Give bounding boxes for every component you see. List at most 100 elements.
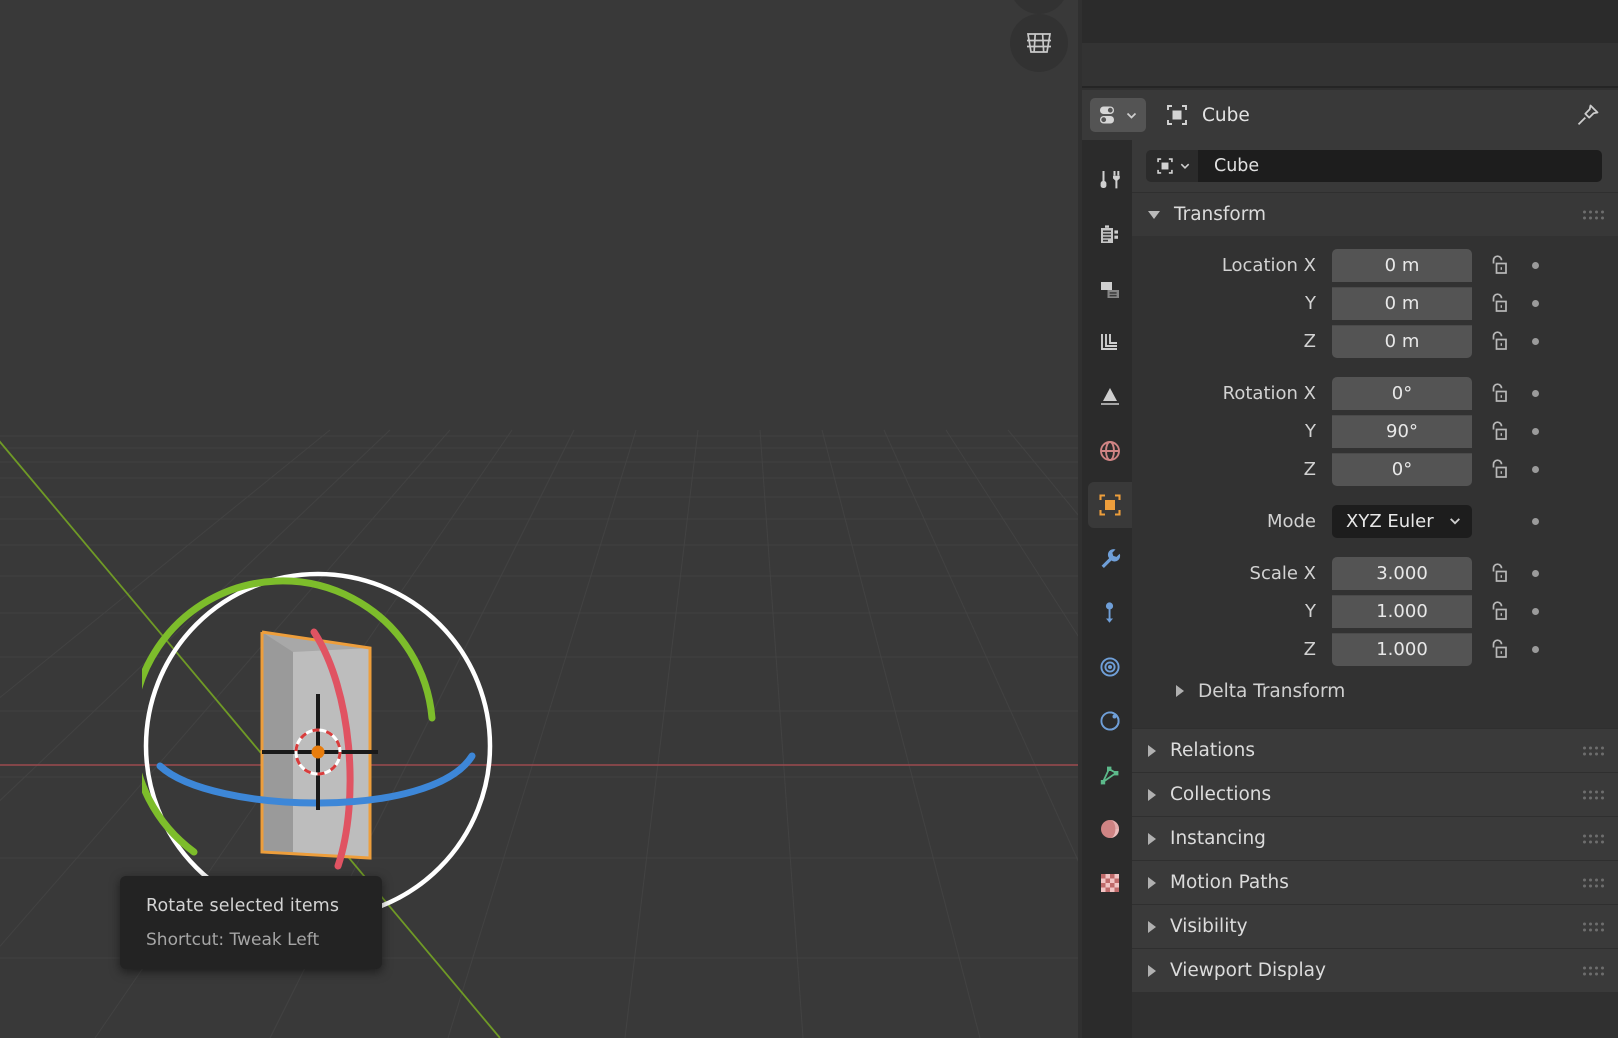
- unlocked-icon[interactable]: [1486, 420, 1510, 442]
- unlocked-icon[interactable]: [1486, 292, 1510, 314]
- wrench-icon: [1101, 549, 1121, 568]
- animate-property-dot[interactable]: [1532, 389, 1539, 397]
- unlocked-icon[interactable]: [1486, 600, 1510, 622]
- panel-title-visibility: Visibility: [1170, 916, 1248, 937]
- material-sphere-icon: [1101, 820, 1119, 838]
- unlocked-icon[interactable]: [1486, 254, 1510, 276]
- scale-z-input[interactable]: 1.000: [1332, 632, 1472, 666]
- unlocked-icon[interactable]: [1486, 562, 1510, 584]
- panel-title-instancing: Instancing: [1170, 828, 1266, 849]
- id-type-selector[interactable]: [1146, 150, 1198, 182]
- render-icon: [1101, 225, 1118, 243]
- sidebar-item-world[interactable]: [1088, 428, 1132, 474]
- chevron-down-icon: [1126, 112, 1137, 119]
- location-y-input[interactable]: 0 m: [1332, 286, 1472, 320]
- sidebar-item-constraints[interactable]: [1088, 698, 1132, 744]
- scale-x-input[interactable]: 3.000: [1332, 556, 1472, 590]
- prop-row-rotation-x: Rotation X 0°: [1132, 374, 1618, 412]
- chevron-down-icon: [1148, 210, 1160, 219]
- pin-glyph: [1577, 104, 1599, 126]
- chevron-right-icon: [1148, 876, 1156, 889]
- prop-label: Scale X: [1249, 562, 1316, 584]
- animate-property-dot[interactable]: [1532, 299, 1539, 307]
- physics-orbit-icon: [1100, 657, 1120, 677]
- sidebar-item-view-layer[interactable]: [1088, 320, 1132, 366]
- animate-property-dot[interactable]: [1532, 261, 1539, 269]
- panel-drag-handle[interactable]: [1583, 834, 1604, 843]
- object-icon: [1156, 158, 1173, 174]
- panel-drag-handle[interactable]: [1583, 210, 1604, 219]
- panel-content-transform: Location X 0 m Y 0 m Z 0 m Rotation X 0°…: [1132, 236, 1618, 728]
- sidebar-item-output[interactable]: [1088, 266, 1132, 312]
- prop-label: Rotation X: [1222, 382, 1316, 404]
- sidebar-item-material[interactable]: [1088, 806, 1132, 852]
- object-name-input[interactable]: Cube: [1198, 150, 1602, 182]
- rotation-y-input[interactable]: 90°: [1332, 414, 1472, 448]
- tool-icon: [1100, 171, 1120, 189]
- unlocked-icon[interactable]: [1486, 638, 1510, 660]
- chevron-right-icon: [1148, 788, 1156, 801]
- panel-header-viewport-display[interactable]: Viewport Display: [1132, 948, 1618, 992]
- animate-property-dot[interactable]: [1532, 337, 1539, 345]
- animate-property-dot[interactable]: [1532, 427, 1539, 435]
- prop-row-rotation-y: Y 90°: [1132, 412, 1618, 450]
- animate-property-dot[interactable]: [1532, 465, 1539, 473]
- rotation-z-input[interactable]: 0°: [1332, 452, 1472, 486]
- panel-drag-handle[interactable]: [1583, 746, 1604, 755]
- properties-panel-body[interactable]: Cube Transform Location X 0 m Y 0 m Z 0 …: [1132, 140, 1618, 1038]
- prop-row-scale-z: Z 1.000: [1132, 630, 1618, 668]
- panel-header-visibility[interactable]: Visibility: [1132, 904, 1618, 948]
- rotation-x-input[interactable]: 0°: [1332, 376, 1472, 410]
- panel-header-instancing[interactable]: Instancing: [1132, 816, 1618, 860]
- animate-property-dot[interactable]: [1532, 517, 1539, 525]
- subpanel-header-delta-transform[interactable]: Delta Transform: [1132, 668, 1618, 714]
- animate-property-dot[interactable]: [1532, 569, 1539, 577]
- tooltip: Rotate selected items Shortcut: Tweak Le…: [120, 876, 382, 969]
- panel-header-collections[interactable]: Collections: [1132, 772, 1618, 816]
- prop-row-scale-y: Y 1.000: [1132, 592, 1618, 630]
- pin-icon[interactable]: [1574, 101, 1602, 129]
- sidebar-item-particles[interactable]: [1088, 590, 1132, 636]
- unlocked-icon[interactable]: [1486, 458, 1510, 480]
- editor-top-filler: [1082, 0, 1618, 88]
- animate-property-dot[interactable]: [1532, 645, 1539, 653]
- unlocked-icon[interactable]: [1486, 330, 1510, 352]
- object-square-icon: [1099, 494, 1121, 516]
- prop-label: Z: [1303, 330, 1316, 352]
- rotation-mode-select[interactable]: XYZ Euler: [1332, 504, 1472, 538]
- panel-header-motion-paths[interactable]: Motion Paths: [1132, 860, 1618, 904]
- panel-header-relations[interactable]: Relations: [1132, 728, 1618, 772]
- sidebar-item-tool[interactable]: [1088, 158, 1132, 204]
- properties-tab-strip: [1082, 140, 1134, 1038]
- animate-property-dot[interactable]: [1532, 607, 1539, 615]
- unlocked-icon[interactable]: [1486, 382, 1510, 404]
- world-globe-icon: [1100, 441, 1120, 461]
- 3d-viewport[interactable]: Rotate selected items Shortcut: Tweak Le…: [0, 0, 1078, 1038]
- scale-y-input[interactable]: 1.000: [1332, 594, 1472, 628]
- panel-drag-handle[interactable]: [1583, 878, 1604, 887]
- sidebar-item-render[interactable]: [1088, 212, 1132, 258]
- prop-label: Y: [1305, 600, 1316, 622]
- editor-type-selector[interactable]: [1090, 98, 1146, 132]
- sidebar-item-object-data[interactable]: [1088, 752, 1132, 798]
- prop-row-rotation-z: Z 0°: [1132, 450, 1618, 488]
- sidebar-item-physics[interactable]: [1088, 644, 1132, 690]
- location-z-input[interactable]: 0 m: [1332, 324, 1472, 358]
- prop-label: Mode: [1266, 510, 1316, 532]
- panel-drag-handle[interactable]: [1583, 966, 1604, 975]
- properties-editor: Cube Cube Transform Location X 0 m Y 0 m…: [1078, 0, 1618, 1038]
- sidebar-item-scene[interactable]: [1088, 374, 1132, 420]
- panel-header-transform[interactable]: Transform: [1132, 192, 1618, 236]
- panel-drag-handle[interactable]: [1583, 922, 1604, 931]
- panel-drag-handle[interactable]: [1583, 790, 1604, 799]
- toggle-grid-icon[interactable]: [1010, 14, 1068, 72]
- view-layer-icon: [1101, 334, 1117, 350]
- rotate-gizmo[interactable]: [142, 570, 494, 922]
- scene-cone-icon: [1101, 388, 1119, 405]
- chevron-down-icon: [1450, 518, 1460, 525]
- sidebar-item-modifiers[interactable]: [1088, 536, 1132, 582]
- id-block-row: Cube: [1132, 140, 1618, 192]
- sidebar-item-object[interactable]: [1088, 482, 1134, 528]
- sidebar-item-texture[interactable]: [1088, 860, 1132, 906]
- location-x-input[interactable]: 0 m: [1332, 248, 1472, 282]
